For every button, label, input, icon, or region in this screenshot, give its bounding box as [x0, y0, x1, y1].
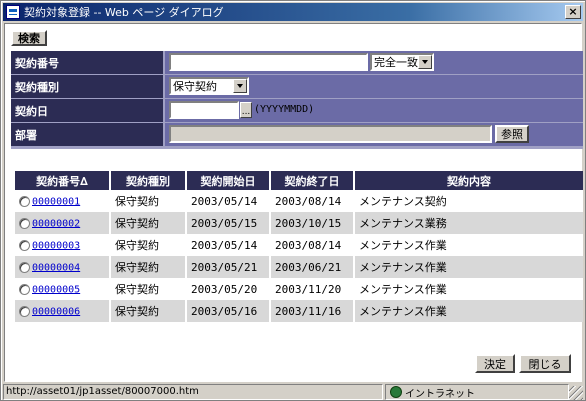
type-cell: 保守契約	[111, 234, 187, 256]
contract-date-cell: ... (YYYYMMDD)	[163, 99, 583, 122]
contract-type-cell: 保守契約	[163, 75, 583, 98]
search-form: 契約番号 完全一致 契約種別 保守契約 契約日 ... (YYYYMMDD) 部…	[11, 51, 583, 149]
header-contract-number[interactable]: 契約番号∆	[15, 171, 111, 190]
content-cell: メンテナンス作業	[355, 278, 583, 300]
contract-type-select[interactable]: 保守契約	[169, 77, 249, 95]
row-select-cell: 00000004	[15, 256, 111, 278]
content-cell: メンテナンス作業	[355, 256, 583, 278]
table-row: 00000004 保守契約 2003/05/21 2003/06/21 メンテナ…	[15, 256, 583, 278]
start-date-cell: 2003/05/16	[187, 300, 271, 322]
type-cell: 保守契約	[111, 278, 187, 300]
match-mode-select[interactable]: 完全一致	[370, 53, 434, 71]
resize-grip-icon[interactable]	[569, 386, 583, 400]
contract-type-row: 契約種別 保守契約	[11, 75, 583, 99]
table-row: 00000002 保守契約 2003/05/15 2003/10/15 メンテナ…	[15, 212, 583, 234]
browse-button[interactable]: 参照	[495, 125, 529, 143]
end-date-cell: 2003/10/15	[271, 212, 355, 234]
type-cell: 保守契約	[111, 300, 187, 322]
header-content: 契約内容	[355, 171, 583, 190]
contract-link[interactable]: 00000006	[32, 306, 80, 317]
contract-date-label: 契約日	[11, 99, 163, 122]
table-row: 00000006 保守契約 2003/05/16 2003/11/16 メンテナ…	[15, 300, 583, 322]
date-picker-button[interactable]: ...	[240, 102, 252, 118]
chevron-down-icon[interactable]	[418, 55, 432, 69]
contract-date-row: 契約日 ... (YYYYMMDD)	[11, 99, 583, 123]
contract-type-label: 契約種別	[11, 75, 163, 98]
contract-number-label: 契約番号	[11, 51, 163, 74]
window-title: 契約対象登録 -- Web ページ ダイアログ	[24, 6, 224, 19]
header-end-date: 契約終了日	[271, 171, 355, 190]
end-date-cell: 2003/06/21	[271, 256, 355, 278]
ok-button[interactable]: 決定	[475, 354, 515, 373]
table-row: 00000005 保守契約 2003/05/20 2003/11/20 メンテナ…	[15, 278, 583, 300]
chevron-down-icon[interactable]	[233, 79, 247, 93]
intranet-globe-icon	[390, 386, 402, 398]
row-select-cell: 00000005	[15, 278, 111, 300]
start-date-cell: 2003/05/14	[187, 234, 271, 256]
content-cell: メンテナンス業務	[355, 212, 583, 234]
table-row: 00000001 保守契約 2003/05/14 2003/08/14 メンテナ…	[15, 190, 583, 212]
ie-page-icon	[6, 5, 20, 19]
close-window-button[interactable]: ×	[565, 5, 581, 19]
type-cell: 保守契約	[111, 256, 187, 278]
row-select-cell: 00000002	[15, 212, 111, 234]
header-start-date: 契約開始日	[187, 171, 271, 190]
dialog-content: 検索 契約番号 完全一致 契約種別 保守契約 契約日 ... (YYYYMMDD…	[4, 23, 583, 382]
security-zone: イントラネット	[385, 384, 569, 400]
row-radio[interactable]	[19, 306, 30, 317]
department-row: 部署 参照	[11, 123, 583, 147]
contract-type-value: 保守契約	[173, 80, 217, 93]
department-label: 部署	[11, 123, 163, 146]
status-url: http://asset01/jp1asset/80007000.htm	[3, 384, 383, 400]
contract-link[interactable]: 00000002	[32, 218, 80, 229]
row-select-cell: 00000006	[15, 300, 111, 322]
contract-link[interactable]: 00000001	[32, 196, 80, 207]
start-date-cell: 2003/05/15	[187, 212, 271, 234]
contract-link[interactable]: 00000004	[32, 262, 80, 273]
contract-date-input[interactable]	[169, 101, 239, 119]
end-date-cell: 2003/11/16	[271, 300, 355, 322]
department-input	[169, 125, 492, 143]
end-date-cell: 2003/08/14	[271, 234, 355, 256]
row-radio[interactable]	[19, 240, 30, 251]
contract-number-input[interactable]	[169, 53, 368, 71]
title-bar: 契約対象登録 -- Web ページ ダイアログ ×	[3, 3, 583, 21]
status-bar: http://asset01/jp1asset/80007000.htm イント…	[3, 384, 583, 400]
start-date-cell: 2003/05/20	[187, 278, 271, 300]
contract-link[interactable]: 00000005	[32, 284, 80, 295]
search-button[interactable]: 検索	[11, 30, 47, 46]
start-date-cell: 2003/05/14	[187, 190, 271, 212]
content-cell: メンテナンス契約	[355, 190, 583, 212]
contract-number-cell: 完全一致	[163, 51, 583, 74]
table-row: 00000003 保守契約 2003/05/14 2003/08/14 メンテナ…	[15, 234, 583, 256]
close-button[interactable]: 閉じる	[519, 354, 571, 373]
contract-number-row: 契約番号 完全一致	[11, 51, 583, 75]
row-radio[interactable]	[19, 218, 30, 229]
row-select-cell: 00000003	[15, 234, 111, 256]
content-cell: メンテナンス作業	[355, 234, 583, 256]
header-contract-type: 契約種別	[111, 171, 187, 190]
content-cell: メンテナンス作業	[355, 300, 583, 322]
start-date-cell: 2003/05/21	[187, 256, 271, 278]
end-date-cell: 2003/08/14	[271, 190, 355, 212]
date-format-hint: (YYYYMMDD)	[254, 104, 315, 115]
department-cell: 参照	[163, 123, 583, 146]
results-table: 契約番号∆ 契約種別 契約開始日 契約終了日 契約内容 00000001 保守契…	[15, 171, 583, 322]
type-cell: 保守契約	[111, 212, 187, 234]
contract-link[interactable]: 00000003	[32, 240, 80, 251]
row-radio[interactable]	[19, 284, 30, 295]
dialog-window: 契約対象登録 -- Web ページ ダイアログ × 検索 契約番号 完全一致 契…	[0, 0, 586, 401]
match-mode-value: 完全一致	[374, 56, 418, 69]
zone-label: イントラネット	[405, 388, 475, 400]
table-header-row: 契約番号∆ 契約種別 契約開始日 契約終了日 契約内容	[15, 171, 583, 190]
row-select-cell: 00000001	[15, 190, 111, 212]
type-cell: 保守契約	[111, 190, 187, 212]
end-date-cell: 2003/11/20	[271, 278, 355, 300]
row-radio[interactable]	[19, 262, 30, 273]
row-radio[interactable]	[19, 196, 30, 207]
